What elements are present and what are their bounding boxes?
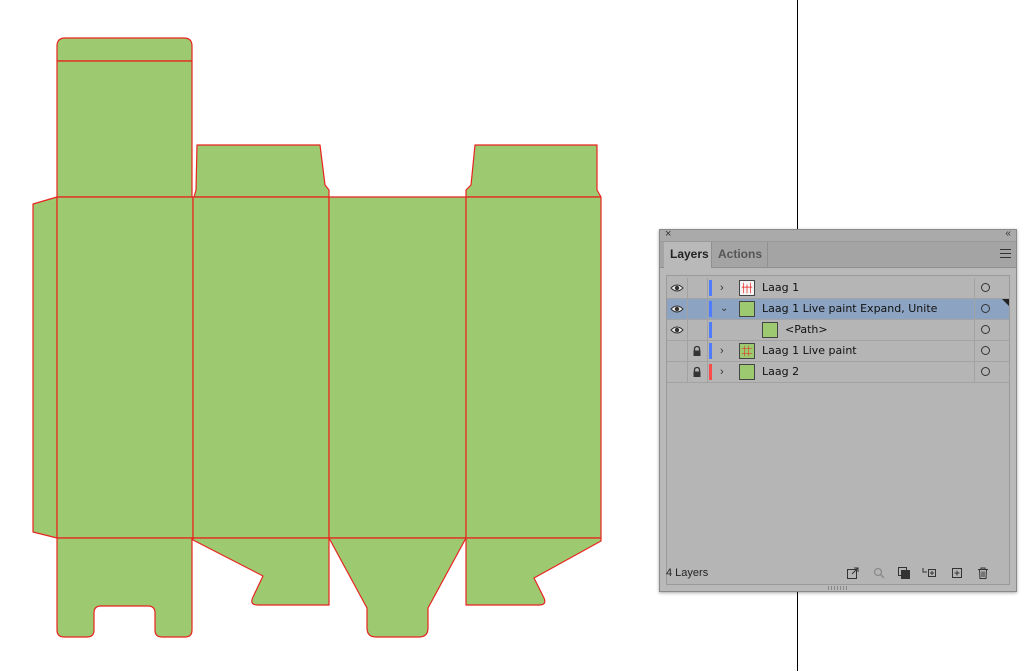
layer-color-bar: [709, 343, 712, 359]
export-icon[interactable]: [846, 566, 860, 580]
bottom-flap-right: [465, 537, 602, 606]
layer-color-bar: [709, 301, 712, 317]
selection-indicator: [1002, 299, 1009, 306]
target-circle-icon[interactable]: [981, 283, 990, 292]
tab-bar: Layers Actions: [660, 242, 1016, 268]
side-panel-right: [465, 196, 602, 539]
lock-icon[interactable]: [691, 366, 703, 378]
locate-object-icon: [873, 567, 885, 579]
layer-thumbnail: [762, 322, 778, 338]
target-circle-icon[interactable]: [981, 325, 990, 334]
new-layer-icon[interactable]: [950, 566, 964, 580]
chevron-right-icon[interactable]: ›: [720, 345, 730, 357]
layer-row-live-paint-expand[interactable]: ⌄ Laag 1 Live paint Expand, Unite: [667, 299, 1009, 320]
back-panel: [328, 196, 467, 539]
layer-name: Laag 1: [762, 281, 800, 294]
lock-icon[interactable]: [691, 345, 703, 357]
layer-name: Laag 2: [762, 365, 800, 378]
layer-thumbnail: [739, 343, 755, 359]
tuck-flap: [56, 37, 193, 62]
panel-footer: 4 Layers: [666, 563, 1010, 583]
layer-color-bar: [709, 280, 712, 296]
bottom-flap-left: [192, 537, 330, 606]
visibility-eye-icon[interactable]: [670, 325, 684, 335]
layer-row-laag-1[interactable]: › Laag 1: [667, 278, 1009, 299]
layer-name: <Path>: [785, 323, 828, 336]
tab-layers[interactable]: Layers: [664, 242, 712, 268]
create-sublayer-icon[interactable]: [922, 566, 936, 580]
layer-name: Laag 1 Live paint: [762, 344, 857, 357]
dust-flap-right: [465, 144, 602, 198]
bottom-flap-back: [328, 537, 467, 638]
layer-row-live-paint[interactable]: › Laag 1 Live paint: [667, 341, 1009, 362]
chevron-right-icon[interactable]: ›: [720, 282, 730, 294]
layer-color-bar: [709, 364, 712, 380]
visibility-eye-icon[interactable]: [670, 304, 684, 314]
bottom-flap-front: [56, 537, 193, 638]
panel-menu-icon[interactable]: [1000, 249, 1011, 258]
panel-title-bar[interactable]: × ‹‹: [660, 227, 1016, 242]
layer-row-laag-2[interactable]: › Laag 2: [667, 362, 1009, 383]
layers-list: › Laag 1 ⌄ Laag 1 Live paint Expand, Uni…: [666, 275, 1010, 585]
layer-name: Laag 1 Live paint Expand, Unite: [762, 302, 938, 315]
make-clipping-mask-icon[interactable]: [897, 566, 911, 580]
layer-thumbnail: [739, 280, 755, 296]
trash-icon[interactable]: [976, 566, 990, 580]
resize-grip[interactable]: [828, 586, 848, 590]
target-circle-icon[interactable]: [981, 346, 990, 355]
chevron-down-icon[interactable]: ⌄: [720, 303, 730, 315]
layer-thumbnail: [739, 301, 755, 317]
target-circle-icon[interactable]: [981, 304, 990, 313]
front-panel: [56, 196, 194, 539]
box-dieline-artwork[interactable]: [32, 37, 602, 638]
glue-flap: [32, 196, 58, 539]
dust-flap-left: [193, 144, 330, 198]
close-icon[interactable]: ×: [665, 228, 671, 241]
collapse-icon[interactable]: ‹‹: [1005, 227, 1011, 241]
layers-panel: × ‹‹ Layers Actions › Laag 1 ⌄ Laag 1 Li…: [659, 227, 1017, 592]
chevron-right-icon[interactable]: ›: [720, 366, 730, 378]
tab-actions[interactable]: Actions: [712, 242, 768, 267]
lid-panel: [56, 60, 193, 198]
layer-count: 4 Layers: [666, 567, 709, 579]
layer-color-bar: [709, 322, 712, 338]
layer-row-path[interactable]: <Path>: [667, 320, 1009, 341]
side-panel-left: [192, 196, 330, 539]
target-circle-icon[interactable]: [981, 367, 990, 376]
layer-thumbnail: [739, 364, 755, 380]
visibility-eye-icon[interactable]: [670, 283, 684, 293]
